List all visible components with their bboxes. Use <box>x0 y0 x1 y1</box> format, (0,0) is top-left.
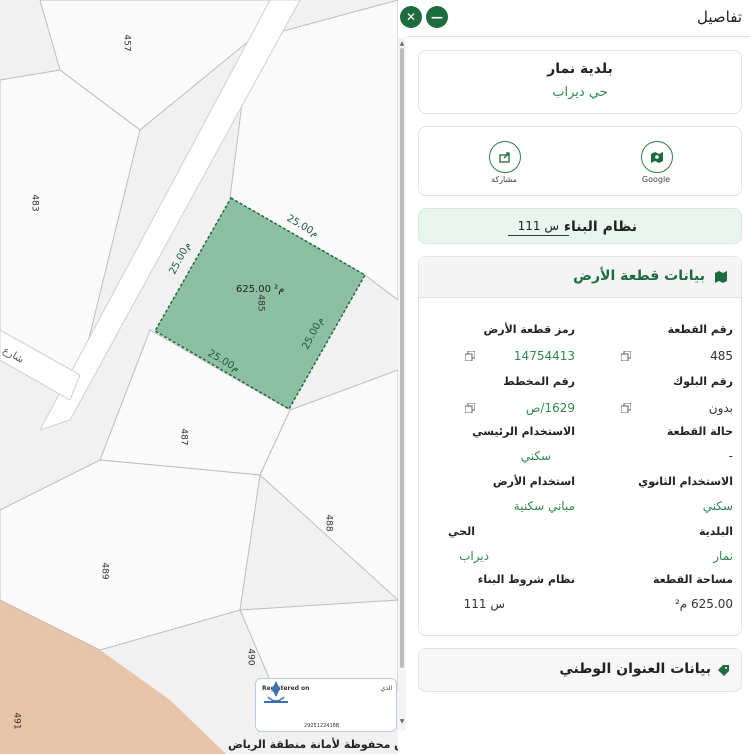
close-button[interactable]: ✕ <box>400 6 422 28</box>
block-490 <box>239 599 398 691</box>
scrollbar-thumb[interactable] <box>400 48 404 668</box>
parcel-number-491: 491 <box>11 712 22 730</box>
field-value-secondary-use: سكني <box>702 499 733 513</box>
field-value-municipality: نمار <box>713 549 733 563</box>
field-label-land-use: استخدام الأرض <box>492 475 575 488</box>
field-value-parcel-code: 14754413 <box>513 349 575 363</box>
parcel-number-457: 457 <box>121 34 132 52</box>
field-value-building-conditions: س 111 <box>463 597 505 611</box>
tag-icon <box>718 665 729 676</box>
field-value-parcel-area: 625.00 م² <box>674 597 733 611</box>
copy-icon[interactable] <box>621 351 631 361</box>
google-button[interactable] <box>641 141 673 173</box>
field-label-secondary-use: الاستخدام الثانوي <box>638 475 733 488</box>
national-address-card[interactable]: بيانات العنوان الوطني <box>418 648 742 692</box>
parcel-number-490: 490 <box>245 648 256 666</box>
field-value-district: ديراب <box>459 549 489 563</box>
share-icon <box>499 152 510 163</box>
copy-icon[interactable] <box>465 403 475 413</box>
field-value-main-use: سكني <box>520 449 551 463</box>
share-label: مشاركة <box>491 175 517 184</box>
scroll-down-arrow-icon[interactable]: ▼ <box>398 718 406 725</box>
field-label-plan-number: رقم المخطط <box>503 375 575 388</box>
building-system-label: نظام البناء <box>563 219 637 235</box>
national-address-title: بيانات العنوان الوطني <box>559 661 711 677</box>
municipality-name: بلدية نمار <box>547 61 613 77</box>
parcel-number-488: 488 <box>323 514 334 532</box>
share-button[interactable] <box>489 141 521 173</box>
close-icon: ✕ <box>405 10 417 24</box>
parcel-number-489: 489 <box>99 562 110 580</box>
field-label-district: الحي <box>448 525 475 538</box>
panel-header: تفاصيل ✕ — <box>400 0 750 37</box>
google-label: Google <box>641 175 671 184</box>
copyright-text: جميع الحقوق محفوظة لأمانة منطقة الرياض <box>228 738 398 751</box>
land-card-header[interactable]: بيانات قطعة الأرض <box>419 257 741 298</box>
map-pin-icon <box>651 152 663 163</box>
copy-icon[interactable] <box>621 403 631 413</box>
field-label-parcel-area: مساحة القطعة <box>653 573 733 586</box>
stamp-number: 2925122418B <box>304 723 340 729</box>
land-data-card: بيانات قطعة الأرض رقم القطعة رمز قطعة ال… <box>418 256 742 636</box>
field-value-plan-number: 1629/ص <box>525 401 575 415</box>
panel-title: تفاصيل <box>697 8 742 26</box>
field-label-municipality: البلدية <box>698 525 733 538</box>
field-label-parcel-number: رقم القطعة <box>667 323 733 336</box>
minus-icon: — <box>431 10 443 24</box>
stamp-right-text: الذي <box>380 685 392 692</box>
registration-stamp: Registered on الذي 2925122418B <box>255 678 397 732</box>
parcel-number-483: 483 <box>29 194 40 212</box>
parcel-area-label: 625.00 م² <box>236 284 285 295</box>
scroll-up-arrow-icon[interactable]: ▲ <box>398 40 406 47</box>
field-value-block-number: بدون <box>708 401 733 415</box>
field-value-land-use: مباني سكنية <box>513 499 575 513</box>
building-system-value: س 111 <box>507 217 569 236</box>
map-canvas[interactable] <box>0 0 398 754</box>
copy-icon[interactable] <box>465 351 475 361</box>
field-value-parcel-status: - <box>728 449 733 463</box>
minimize-button[interactable]: — <box>426 6 448 28</box>
district-name: حي ديراب <box>552 85 608 100</box>
actions-card: مشاركة Google <box>418 126 742 196</box>
field-label-parcel-code: رمز قطعة الأرض <box>483 323 575 336</box>
details-panel: تفاصيل ✕ — بلدية نمار حي ديراب مشاركة Go… <box>400 0 750 754</box>
parcel-number-485: 485 <box>255 294 266 312</box>
field-label-parcel-status: حالة القطعة <box>666 425 733 438</box>
field-label-building-conditions: نظام شروط البناء <box>477 573 575 586</box>
field-value-parcel-number: 485 <box>710 349 733 363</box>
building-system-card: نظام البناء س 111 <box>418 208 742 244</box>
land-card-title: بيانات قطعة الأرض <box>573 268 705 284</box>
authority-logo-icon <box>264 681 288 703</box>
parcel-number-487: 487 <box>178 428 189 446</box>
municipality-card: بلدية نمار حي ديراب <box>418 50 742 114</box>
map-icon <box>715 271 727 283</box>
field-label-block-number: رقم البلوك <box>673 375 733 388</box>
field-label-main-use: الاستخدام الرئيسي <box>472 425 575 438</box>
map-view[interactable]: 457 483 485 487 488 489 490 491 625.00 م… <box>0 0 398 754</box>
